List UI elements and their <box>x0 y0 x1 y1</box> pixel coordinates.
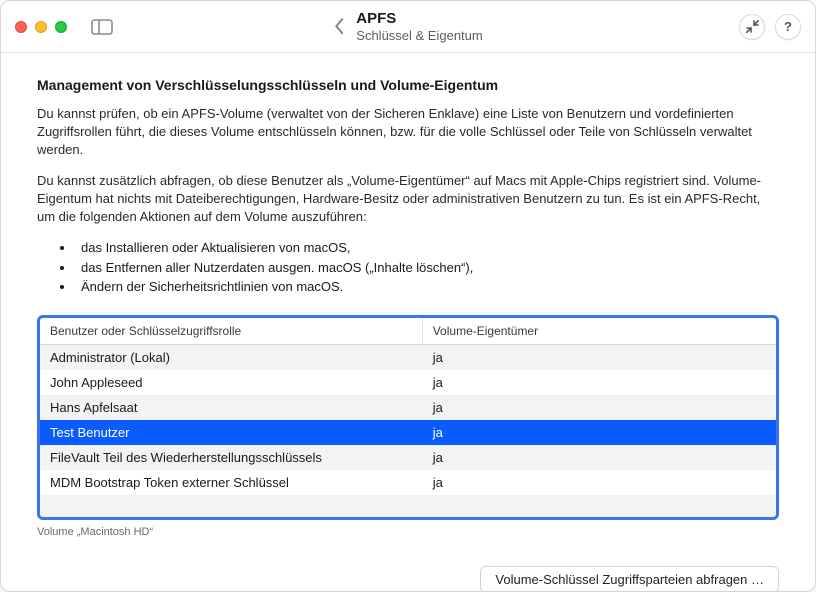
help-button[interactable]: ? <box>775 14 801 40</box>
bullet-item: das Entfernen aller Nutzerdaten ausgen. … <box>75 258 779 278</box>
window: APFS Schlüssel & Eigentum ? Management v… <box>0 0 816 592</box>
query-access-parties-button[interactable]: Volume-Schlüssel Zugriffsparteien abfrag… <box>480 566 779 591</box>
cell-owner: ja <box>423 445 776 470</box>
cell-owner: ja <box>423 470 776 495</box>
question-mark-icon: ? <box>784 19 792 34</box>
table-row[interactable]: FileVault Teil des Wiederherstellungssch… <box>40 445 776 470</box>
section-heading: Management von Verschlüsselungsschlüssel… <box>37 77 779 93</box>
bullet-item: das Installieren oder Aktualisieren von … <box>75 238 779 258</box>
cell-user: Administrator (Lokal) <box>40 345 423 370</box>
table-header: Benutzer oder Schlüsselzugriffsrolle Vol… <box>40 318 776 345</box>
window-controls <box>15 21 67 33</box>
volume-caption: Volume „Macintosh HD“ <box>37 526 779 538</box>
sidebar-icon <box>91 19 113 35</box>
table-row-empty <box>40 495 776 517</box>
table-row[interactable]: Administrator (Lokal)ja <box>40 345 776 370</box>
column-header-user[interactable]: Benutzer oder Schlüsselzugriffsrolle <box>40 318 423 344</box>
intro-paragraph-2: Du kannst zusätzlich abfragen, ob diese … <box>37 172 779 227</box>
back-button[interactable] <box>333 18 344 36</box>
table-row[interactable]: John Appleseedja <box>40 370 776 395</box>
table-row[interactable]: Test Benutzerja <box>40 420 776 445</box>
cell-owner: ja <box>423 420 776 445</box>
cell-user: John Appleseed <box>40 370 423 395</box>
sidebar-toggle-button[interactable] <box>91 19 113 35</box>
footer-buttons: Volume-Schlüssel Zugriffsparteien abfrag… <box>37 566 779 591</box>
title-area: APFS Schlüssel & Eigentum <box>333 10 482 44</box>
intro-paragraph-1: Du kannst prüfen, ob ein APFS-Volume (ve… <box>37 105 779 160</box>
cell-user: MDM Bootstrap Token externer Schlüssel <box>40 470 423 495</box>
cell-owner: ja <box>423 370 776 395</box>
fullscreen-window-button[interactable] <box>55 21 67 33</box>
bullet-list: das Installieren oder Aktualisieren von … <box>71 238 779 297</box>
chevron-left-icon <box>333 18 344 36</box>
column-header-owner[interactable]: Volume-Eigentümer <box>423 318 776 344</box>
content: Management von Verschlüsselungsschlüssel… <box>1 53 815 591</box>
table-row[interactable]: Hans Apfelsaatja <box>40 395 776 420</box>
titlebar: APFS Schlüssel & Eigentum ? <box>1 1 815 53</box>
minimize-window-button[interactable] <box>35 21 47 33</box>
close-window-button[interactable] <box>15 21 27 33</box>
cell-user: Test Benutzer <box>40 420 423 445</box>
cell-user: FileVault Teil des Wiederherstellungssch… <box>40 445 423 470</box>
users-table[interactable]: Benutzer oder Schlüsselzugriffsrolle Vol… <box>37 315 779 520</box>
cell-owner: ja <box>423 395 776 420</box>
collapse-window-button[interactable] <box>739 14 765 40</box>
bullet-item: Ändern der Sicherheitsrichtlinien von ma… <box>75 277 779 297</box>
cell-user: Hans Apfelsaat <box>40 395 423 420</box>
table-row[interactable]: MDM Bootstrap Token externer Schlüsselja <box>40 470 776 495</box>
cell-owner: ja <box>423 345 776 370</box>
table-body: Administrator (Lokal)jaJohn AppleseedjaH… <box>40 345 776 517</box>
page-subtitle: Schlüssel & Eigentum <box>356 28 482 44</box>
collapse-arrows-icon <box>746 20 759 33</box>
page-title: APFS <box>356 10 482 28</box>
